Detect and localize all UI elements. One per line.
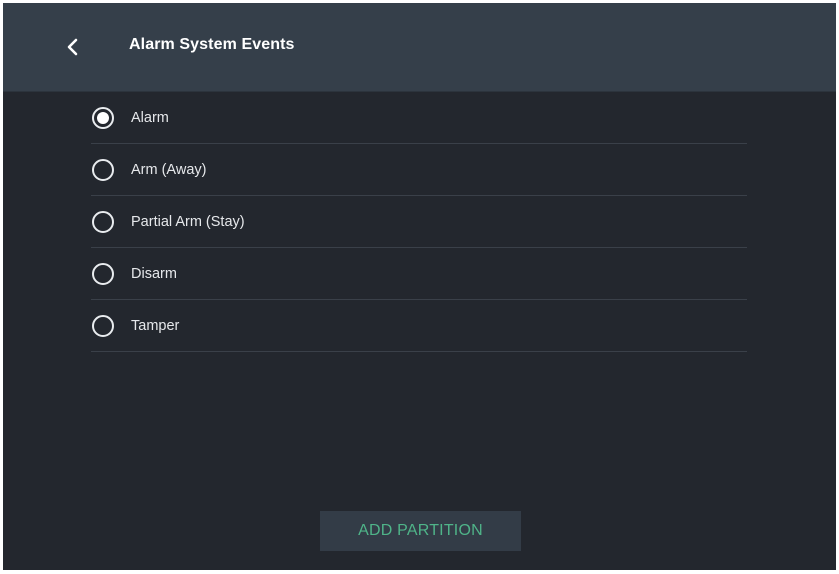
radio-button[interactable]: [92, 314, 114, 337]
option-label: Disarm: [131, 265, 177, 282]
option-label: Alarm: [131, 109, 169, 126]
radio-button[interactable]: [92, 262, 114, 285]
back-button[interactable]: [53, 27, 93, 67]
chevron-left-icon: [67, 38, 78, 56]
radio-button[interactable]: [92, 210, 114, 233]
radio-button[interactable]: [92, 106, 114, 129]
option-tamper[interactable]: Tamper: [91, 300, 747, 352]
alarm-events-screen: Alarm System Events Alarm Arm (Away) Par…: [3, 3, 836, 570]
event-options-list: Alarm Arm (Away) Partial Arm (Stay) Disa…: [91, 92, 747, 352]
app-header: Alarm System Events: [3, 3, 836, 92]
option-alarm[interactable]: Alarm: [91, 92, 747, 144]
add-partition-button[interactable]: ADD PARTITION: [320, 511, 521, 551]
option-disarm[interactable]: Disarm: [91, 248, 747, 300]
option-label: Tamper: [131, 317, 180, 334]
radio-button[interactable]: [92, 158, 114, 181]
option-partial-arm-stay[interactable]: Partial Arm (Stay): [91, 196, 747, 248]
option-label: Arm (Away): [131, 161, 207, 178]
radio-selected-dot: [97, 111, 109, 124]
page-title: Alarm System Events: [129, 36, 295, 53]
option-label: Partial Arm (Stay): [131, 213, 245, 230]
option-arm-away[interactable]: Arm (Away): [91, 144, 747, 196]
